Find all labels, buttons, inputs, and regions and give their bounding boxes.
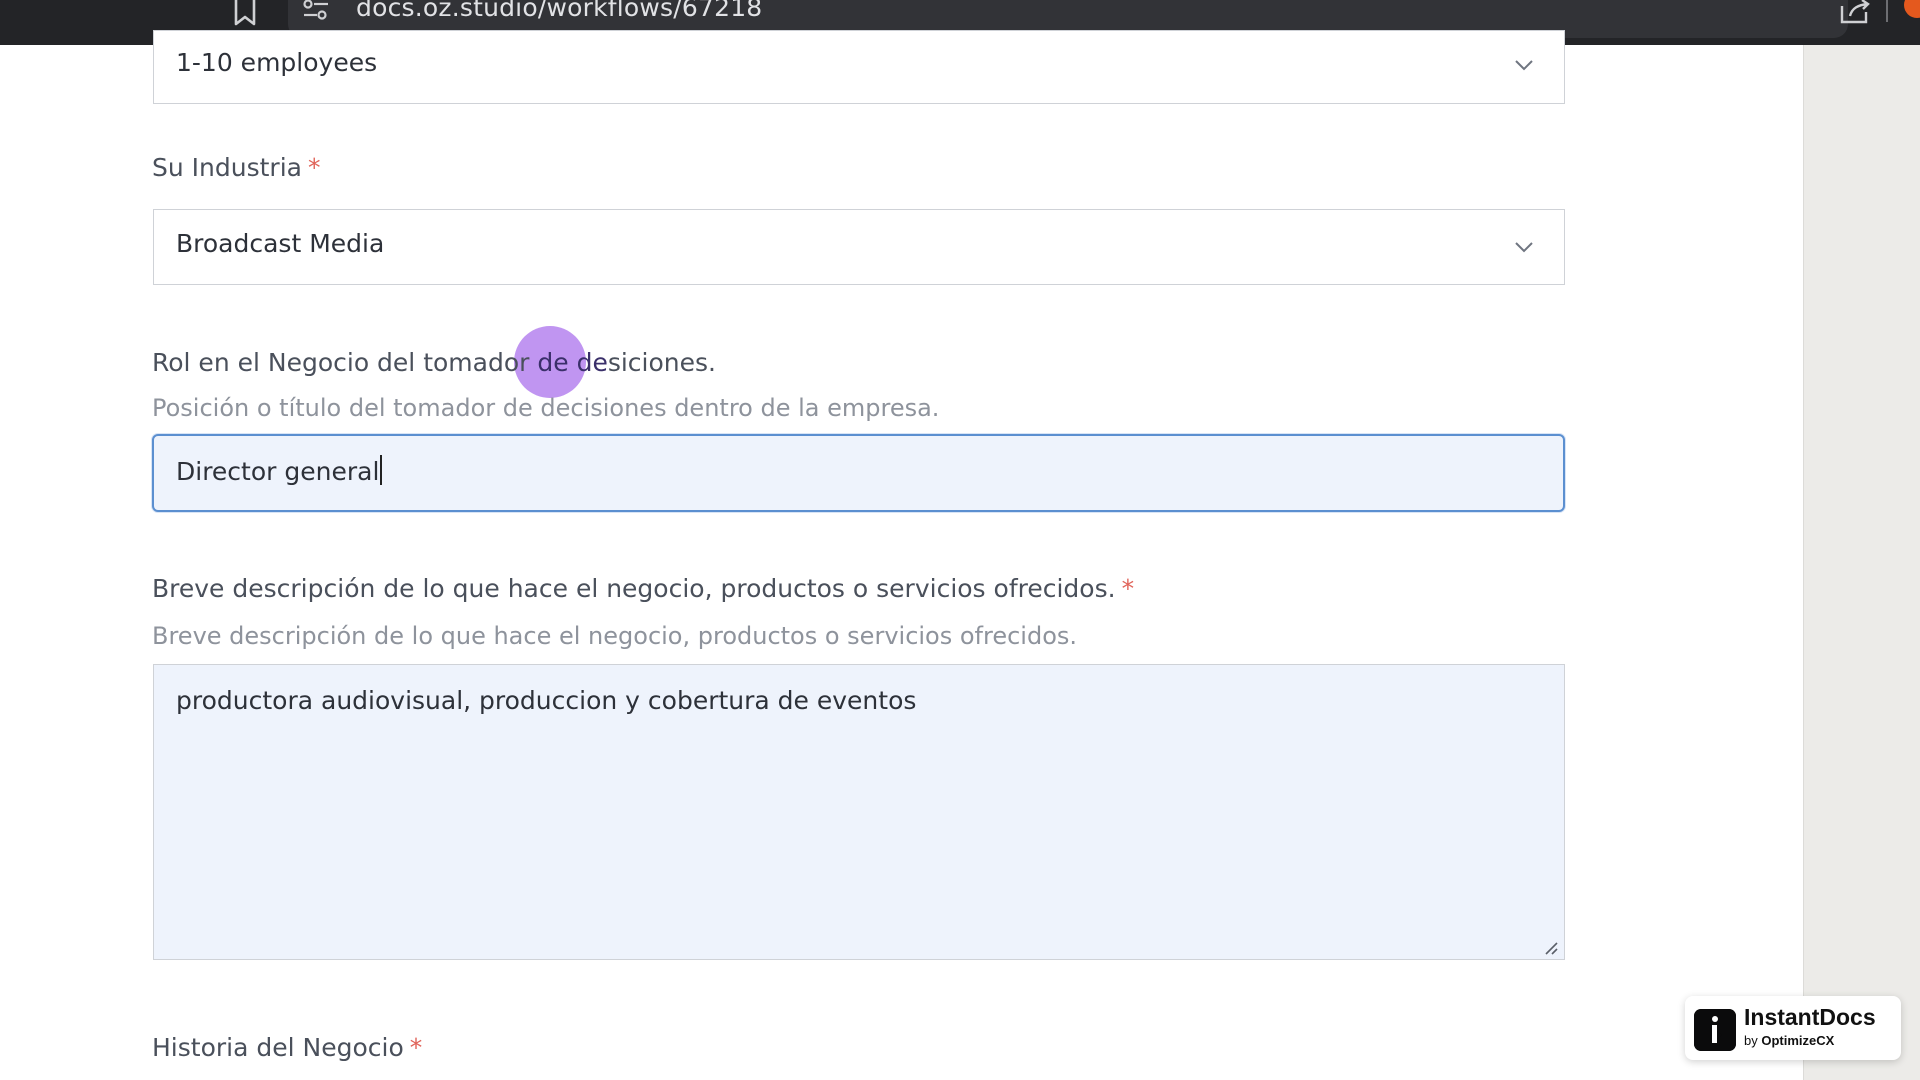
badge-title: InstantDocs (1744, 1004, 1876, 1030)
description-helper-text: Breve descripción de lo que hace el nego… (152, 622, 1078, 650)
company-size-value: 1-10 employees (176, 48, 378, 77)
side-gutter (1803, 45, 1920, 1080)
industry-value: Broadcast Media (176, 229, 385, 258)
description-label: Breve descripción de lo que hace el nego… (152, 574, 1134, 603)
role-label-start: Rol en el Negocio del tomador (152, 348, 538, 377)
extension-icon[interactable] (1904, 0, 1920, 18)
required-mark: * (307, 153, 321, 182)
description-value: productora audiovisual, produccion y cob… (176, 686, 917, 715)
required-mark: * (409, 1033, 423, 1062)
toolbar-divider (1886, 0, 1888, 22)
industry-select[interactable]: Broadcast Media (153, 209, 1565, 285)
role-label-end: siciones. (607, 348, 716, 377)
resize-grip-icon[interactable] (1544, 941, 1558, 955)
tune-icon[interactable] (302, 0, 330, 22)
share-icon[interactable] (1838, 0, 1872, 24)
badge-subtitle: by OptimizeCX (1744, 1033, 1834, 1048)
role-input[interactable]: Director general (152, 434, 1565, 512)
badge-by: by (1744, 1033, 1762, 1048)
history-label: Historia del Negocio * (152, 1033, 422, 1062)
role-input-value: Director general (176, 455, 383, 486)
url-text[interactable]: docs.oz.studio/workflows/67218 (356, 0, 762, 22)
instantdocs-badge[interactable]: InstantDocs by OptimizeCX (1685, 996, 1901, 1060)
required-mark: * (1121, 574, 1135, 603)
bookmark-icon[interactable] (230, 0, 260, 26)
text-caret (380, 455, 383, 485)
industry-label-text: Su Industria (152, 153, 302, 182)
instantdocs-logo-icon (1694, 1009, 1736, 1051)
role-helper-text: Posición o título del tomador de decisio… (152, 394, 940, 422)
history-label-text: Historia del Negocio (152, 1033, 404, 1062)
company-size-select[interactable]: 1-10 employees (153, 30, 1565, 104)
chevron-down-icon (1515, 242, 1533, 253)
badge-brand: OptimizeCX (1761, 1033, 1835, 1048)
role-input-text: Director general (176, 457, 380, 486)
description-label-text: Breve descripción de lo que hace el nego… (152, 574, 1116, 603)
role-label: Rol en el Negocio del tomador de desicio… (152, 348, 716, 377)
role-label-highlight: de de (537, 348, 608, 377)
chevron-down-icon (1515, 60, 1533, 71)
industry-label: Su Industria * (152, 153, 320, 182)
description-textarea[interactable]: productora audiovisual, produccion y cob… (153, 664, 1565, 960)
